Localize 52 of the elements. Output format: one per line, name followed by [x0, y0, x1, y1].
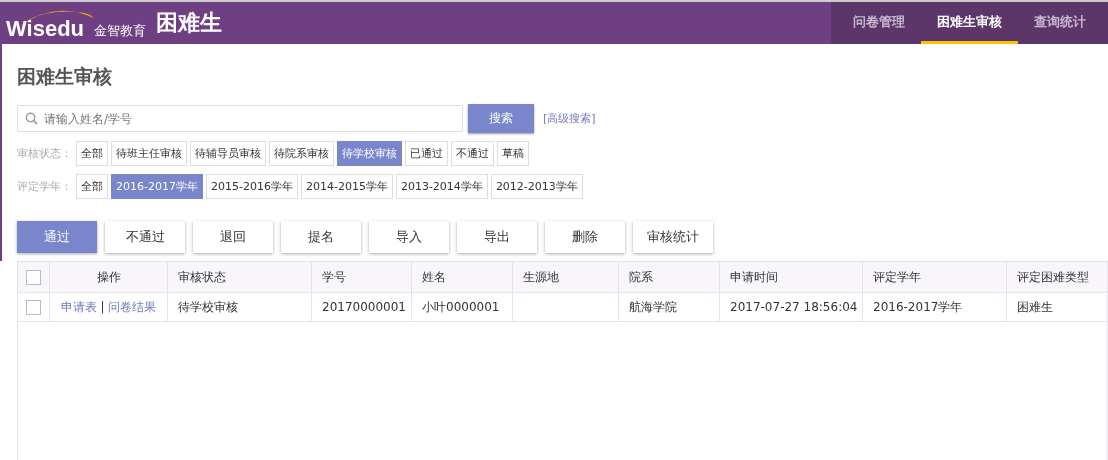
action-button[interactable]: 退回: [193, 221, 273, 253]
column-header: 学号: [312, 262, 412, 292]
table-cell: 小叶0000001: [412, 293, 513, 321]
table-cell: 航海学院: [619, 293, 720, 321]
filter-option[interactable]: 待班主任审核: [111, 141, 187, 166]
filter-option[interactable]: 2015-2016学年: [205, 174, 298, 199]
search-icon: [25, 112, 38, 125]
filter-option[interactable]: 不通过: [451, 141, 494, 166]
filter-label: 审核状态：: [17, 146, 72, 161]
filter-option[interactable]: 2014-2015学年: [300, 174, 393, 199]
column-header: 操作: [50, 262, 168, 292]
table-cell: 2016-2017学年: [863, 293, 1007, 321]
table-cell: 2017-07-27 18:56:04: [720, 293, 863, 321]
filter-option[interactable]: 2012-2013学年: [490, 174, 583, 199]
action-button[interactable]: 不通过: [105, 221, 185, 253]
column-header: 评定学年: [863, 262, 1007, 292]
action-button[interactable]: 删除: [545, 221, 625, 253]
filter-label: 评定学年：: [17, 179, 72, 194]
search-field[interactable]: 请输入姓名/学号: [17, 105, 463, 132]
filter-option[interactable]: 待辅导员审核: [190, 141, 266, 166]
action-button[interactable]: 导入: [369, 221, 449, 253]
column-header: 审核状态: [168, 262, 312, 292]
filter-option[interactable]: 草稿: [497, 141, 529, 166]
filter-option[interactable]: 全部: [76, 141, 108, 166]
page-title: 困难生审核: [17, 64, 113, 89]
action-button[interactable]: 导出: [457, 221, 537, 253]
column-header: 院系: [619, 262, 720, 292]
logo-text: Wisedu: [6, 18, 85, 43]
filter-option[interactable]: 已通过: [405, 141, 448, 166]
action-button[interactable]: 审核统计: [633, 221, 713, 253]
action-button[interactable]: 提名: [281, 221, 361, 253]
column-header: 姓名: [412, 262, 513, 292]
filter-option[interactable]: 2013-2014学年: [395, 174, 488, 199]
table-cell: 20170000001: [312, 293, 412, 321]
brand-name: 金智教育: [94, 22, 147, 40]
nav-tab[interactable]: 查询统计: [1018, 2, 1102, 44]
select-all-checkbox[interactable]: [26, 269, 41, 285]
row-checkbox[interactable]: [26, 299, 41, 315]
filter-option[interactable]: 待院系审核: [269, 141, 334, 166]
table-cell: 待学校审核: [168, 293, 312, 321]
nav-tab[interactable]: 问卷管理: [837, 2, 921, 44]
table-cell: 困难生: [1007, 293, 1108, 321]
filter-option[interactable]: 全部: [76, 174, 108, 199]
column-header: 评定困难类型: [1007, 262, 1108, 292]
app-title: 困难生: [156, 9, 223, 37]
column-header: 申请时间: [720, 262, 863, 292]
link-separator: |: [100, 300, 105, 314]
advanced-search-link[interactable]: [高级搜索]: [543, 111, 596, 126]
nav-tab[interactable]: 困难生审核: [921, 2, 1018, 44]
column-header: 生源地: [513, 262, 619, 292]
row-link[interactable]: 申请表: [61, 298, 98, 316]
row-link[interactable]: 问卷结果: [107, 298, 156, 316]
